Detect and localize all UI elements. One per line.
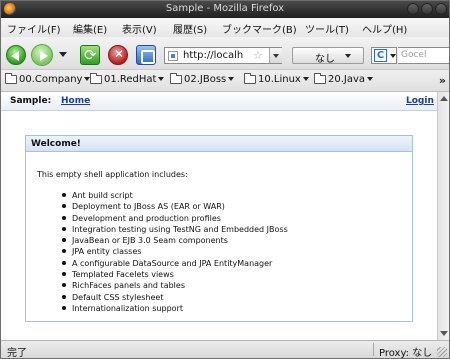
status-text: 完了 xyxy=(7,348,27,359)
list-item: Internationalization support xyxy=(62,303,288,314)
menu-bookmarks[interactable]: ブックマーク(B) xyxy=(222,21,297,36)
bookmarks-overflow-icon[interactable]: » xyxy=(439,74,446,87)
navigation-toolbar: http://localh ☆ なし C Gocel xyxy=(1,37,449,70)
menu-file[interactable]: ファイル(F) xyxy=(7,21,61,36)
vertical-scrollbar[interactable] xyxy=(437,92,449,340)
chevron-down-icon xyxy=(228,77,235,81)
menu-bar: ファイル(F) 編集(E) 表示(V) 履歴(S) ブックマーク(B) ツール(… xyxy=(1,18,449,37)
list-item: Deployment to JBoss AS (EAR or WAR) xyxy=(62,201,288,212)
chevron-down-icon xyxy=(345,54,351,58)
panel-header: Welcome! xyxy=(26,136,412,152)
panel-title: Welcome! xyxy=(31,139,81,149)
bookmark-star-icon[interactable]: ☆ xyxy=(253,49,263,62)
login-link[interactable]: Login xyxy=(406,96,434,106)
bookmark-folder-company[interactable]: 00.Company xyxy=(5,73,91,88)
bookmarks-toolbar: 00.Company 01.RedHat 02.JBoss 10.Linux 2… xyxy=(1,70,449,92)
bookmark-dropdown-label: なし xyxy=(315,54,335,65)
chevron-down-icon xyxy=(367,77,374,81)
list-item: Default CSS stylesheet xyxy=(62,292,288,303)
menu-view[interactable]: 表示(V) xyxy=(122,21,157,36)
minimize-button[interactable] xyxy=(407,3,419,15)
list-item: Development and production profiles xyxy=(62,213,288,224)
search-engine-selector[interactable]: C xyxy=(371,47,397,64)
list-item: JPA entity classes xyxy=(62,246,288,257)
menu-help[interactable]: ヘルプ(H) xyxy=(362,21,407,36)
close-button[interactable] xyxy=(435,3,447,15)
menu-history[interactable]: 履歴(S) xyxy=(173,21,207,36)
folder-icon xyxy=(244,73,256,84)
bookmark-folder-java[interactable]: 20.Java xyxy=(314,73,374,88)
browser-window: Sample - Mozilla Firefox ファイル(F) 編集(E) 表… xyxy=(0,0,450,359)
forward-button[interactable] xyxy=(31,44,53,66)
folder-icon xyxy=(170,73,182,84)
page-viewport: Sample: Home Login Welcome! This empty s… xyxy=(1,92,437,340)
folder-icon xyxy=(90,73,102,84)
bookmark-folder-redhat[interactable]: 01.RedHat xyxy=(90,73,165,88)
search-input[interactable]: Gocel xyxy=(398,47,449,64)
scroll-up-icon[interactable] xyxy=(440,96,448,101)
search-engine-icon: C xyxy=(374,49,387,62)
home-link[interactable]: Home xyxy=(61,96,90,106)
url-text[interactable]: http://localh xyxy=(183,50,253,61)
home-button[interactable] xyxy=(136,45,156,65)
folder-icon xyxy=(5,73,17,84)
feature-list: Ant build script Deployment to JBoss AS … xyxy=(62,190,288,314)
back-button[interactable] xyxy=(6,45,26,65)
reload-button[interactable] xyxy=(80,45,100,65)
title-bar: Sample - Mozilla Firefox xyxy=(1,1,449,18)
list-item: A configurable DataSource and JPA Entity… xyxy=(62,258,288,269)
stop-button[interactable] xyxy=(108,45,128,65)
folder-icon xyxy=(314,73,326,84)
url-bar[interactable]: http://localh ☆ xyxy=(164,47,282,64)
maximize-button[interactable] xyxy=(421,3,433,15)
site-identity-icon[interactable] xyxy=(168,51,178,61)
window-title: Sample - Mozilla Firefox xyxy=(165,3,285,14)
list-item: Integration testing using TestNG and Emb… xyxy=(62,224,288,235)
status-bar: 完了 Proxy: なし xyxy=(1,340,449,358)
list-item: Ant build script xyxy=(62,190,288,201)
menu-edit[interactable]: 編集(E) xyxy=(73,21,107,36)
resize-grip-icon[interactable] xyxy=(437,347,447,357)
list-item: JavaBean or EJB 3.0 Seam components xyxy=(62,235,288,246)
list-item: Templated Facelets views xyxy=(62,269,288,280)
bookmark-folder-jboss[interactable]: 02.JBoss xyxy=(170,73,235,88)
chevron-down-icon xyxy=(390,54,396,58)
proxy-status[interactable]: Proxy: なし xyxy=(379,344,432,358)
bookmark-folder-linux[interactable]: 10.Linux xyxy=(244,73,309,88)
chevron-down-icon xyxy=(158,77,165,81)
intro-text: This empty shell application includes: xyxy=(37,170,188,179)
app-brand: Sample: xyxy=(10,96,52,106)
url-dropdown-button[interactable] xyxy=(269,48,282,63)
status-divider xyxy=(373,343,374,356)
menu-tools[interactable]: ツール(T) xyxy=(305,21,349,36)
bookmark-dropdown[interactable]: なし xyxy=(292,47,364,65)
welcome-panel: Welcome! This empty shell application in… xyxy=(25,135,413,322)
list-item: RichFaces panels and tables xyxy=(62,280,288,291)
history-dropdown-icon[interactable] xyxy=(59,52,67,57)
chevron-down-icon xyxy=(302,77,309,81)
scroll-down-icon[interactable] xyxy=(440,331,448,336)
page-header: Sample: Home Login xyxy=(1,92,437,111)
